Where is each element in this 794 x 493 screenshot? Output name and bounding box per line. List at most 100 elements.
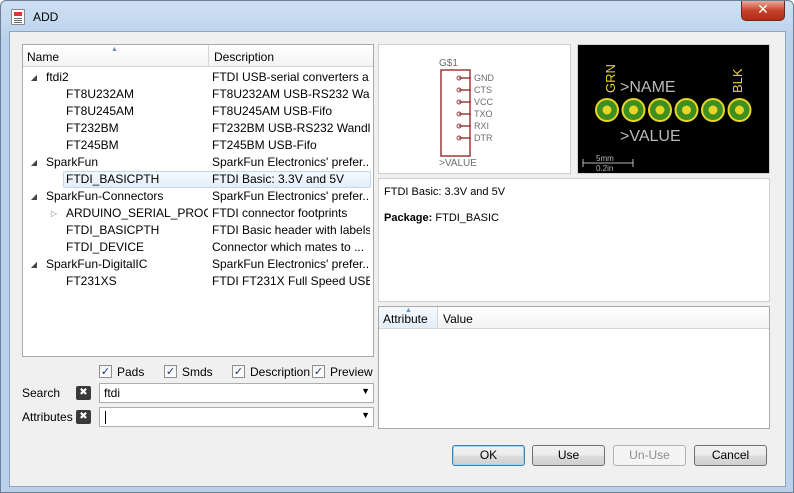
package-pad-drill xyxy=(708,105,718,115)
symbol-pin-label: DTR xyxy=(474,133,493,143)
preview-checkbox[interactable]: ✓ xyxy=(312,365,325,379)
tree-row-name: SparkFun-DigitalIC xyxy=(46,257,148,271)
symbol-pin-label: CTS xyxy=(474,85,492,95)
sort-up-icon: ▲ xyxy=(111,46,118,53)
search-value[interactable]: ftdi xyxy=(104,384,120,402)
description-label: Description xyxy=(250,365,311,379)
tree-row-description: SparkFun Electronics' prefer... xyxy=(212,155,370,169)
symbol-pin-label: TXO xyxy=(474,109,493,119)
tree-row[interactable]: ◢ SparkFun-DigitalIC SparkFun Electronics'… xyxy=(23,256,373,273)
description-option[interactable]: ✓ Description xyxy=(232,365,310,379)
scale-in-label: 0.2in xyxy=(596,164,613,173)
symbol-preview: G$1 GND CTS VCC TXO RXI DTR >VALUE xyxy=(378,44,571,174)
description-text: FTDI Basic: 3.3V and 5V xyxy=(384,186,506,198)
search-label: Search xyxy=(22,386,61,400)
tree-row-name: FT8U245AM xyxy=(66,104,135,118)
smds-option[interactable]: ✓ Smds xyxy=(164,365,213,379)
title-bar[interactable]: ADD ✕ xyxy=(1,1,793,33)
tree-row[interactable]: FTDI_DEVICE Connector which mates to ... xyxy=(23,239,373,256)
column-header-name[interactable]: ▲ Name xyxy=(23,45,209,67)
tree-row-name: FTDI_BASICPTH xyxy=(66,223,160,237)
tree-row[interactable]: ◢ SparkFun SparkFun Electronics' prefer... xyxy=(23,154,373,171)
preview-option[interactable]: ✓ Preview xyxy=(312,365,373,379)
tree-row-name: SparkFun xyxy=(46,155,99,169)
package-pad-drill xyxy=(735,105,744,115)
expand-open-icon[interactable]: ◢ xyxy=(29,256,39,273)
tree-row[interactable]: FT231XS FTDI FT231X Full Speed USB... xyxy=(23,273,373,290)
clear-search-icon[interactable]: ✖ xyxy=(76,386,91,400)
cancel-button[interactable]: Cancel xyxy=(694,445,767,466)
search-combobox[interactable]: ftdi ▼ xyxy=(99,383,374,403)
package-left-label: GRN xyxy=(603,64,618,93)
tree-rows: ◢ ftdi2 FTDI USB-serial converters a... FT8… xyxy=(23,69,373,290)
tree-row-description: FT8U245AM USB-Fifo xyxy=(212,104,333,118)
attributes-label: Attributes xyxy=(22,410,73,424)
tree-row[interactable]: FTDI_BASICPTH FTDI Basic header with labe… xyxy=(23,222,373,239)
attribute-table-header: ▲ Attribute Value xyxy=(379,307,769,329)
expand-closed-icon[interactable]: ▷ xyxy=(49,205,59,222)
package-name-label: >NAME xyxy=(620,79,676,96)
column-header-description[interactable]: Description xyxy=(210,45,373,67)
package-pad-drill xyxy=(602,105,612,115)
tree-row[interactable]: FT232BM FT232BM USB-RS232 Wandler xyxy=(23,120,373,137)
symbol-value-label: >VALUE xyxy=(439,158,477,169)
symbol-pin-label: VCC xyxy=(474,97,494,107)
pads-option[interactable]: ✓ Pads xyxy=(99,365,144,379)
dropdown-arrow-icon[interactable]: ▼ xyxy=(361,386,370,396)
package-value: FTDI_BASIC xyxy=(435,212,499,224)
tree-row[interactable]: FT8U245AM FT8U245AM USB-Fifo xyxy=(23,103,373,120)
tree-row-description: FTDI USB-serial converters a... xyxy=(212,70,370,84)
attributes-combobox[interactable]: ▼ xyxy=(99,407,374,427)
tree-row-name: FT245BM xyxy=(66,138,119,152)
tree-row-description: Connector which mates to ... xyxy=(212,240,365,254)
tree-row-name: FT231XS xyxy=(66,274,117,288)
package-line: Package: FTDI_BASIC xyxy=(384,212,764,224)
add-dialog: ADD ✕ ▲ Name Description ◢ ftdi2 FTDI USB-… xyxy=(0,0,794,493)
unuse-button[interactable]: Un-Use xyxy=(613,445,686,466)
tree-row[interactable]: FT8U232AM FT8U232AM USB-RS232 Wa... xyxy=(23,86,373,103)
expand-open-icon[interactable]: ◢ xyxy=(29,154,39,171)
symbol-body xyxy=(440,69,471,157)
tree-row[interactable]: ◢ ftdi2 FTDI USB-serial converters a... xyxy=(23,69,373,86)
expand-open-icon[interactable]: ◢ xyxy=(29,188,39,205)
smds-label: Smds xyxy=(182,365,213,379)
column-header-value[interactable]: Value xyxy=(439,307,473,328)
tree-row-description: FTDI Basic header with labels xyxy=(212,223,370,237)
tree-row[interactable]: ◢ SparkFun-Connectors SparkFun Electronics… xyxy=(23,188,373,205)
clear-attributes-icon[interactable]: ✖ xyxy=(76,410,91,424)
description-checkbox[interactable]: ✓ xyxy=(232,365,245,379)
scale-mm-label: 5mm xyxy=(596,154,614,163)
tree-row-description: FT232BM USB-RS232 Wandler xyxy=(212,121,370,135)
tree-row-name: ARDUINO_SERIAL_PROG... xyxy=(66,206,208,220)
dropdown-arrow-icon[interactable]: ▼ xyxy=(361,410,370,420)
tree-row[interactable]: FTDI_BASICPTH FTDI Basic: 3.3V and 5V xyxy=(23,171,373,188)
description-panel: FTDI Basic: 3.3V and 5V Package: FTDI_BA… xyxy=(378,178,770,302)
ok-button[interactable]: OK xyxy=(452,445,525,466)
package-pad-drill xyxy=(682,105,691,115)
pads-checkbox[interactable]: ✓ xyxy=(99,365,112,379)
tree-row-name: FTDI_DEVICE xyxy=(66,240,145,254)
close-button[interactable]: ✕ xyxy=(741,1,785,21)
package-right-label: BLK xyxy=(730,68,745,93)
tree-row-description: FTDI connector footprints xyxy=(212,206,348,220)
package-pad-drill xyxy=(655,105,665,115)
dialog-content: ▲ Name Description ◢ ftdi2 FTDI USB-serial… xyxy=(9,31,786,487)
use-button[interactable]: Use xyxy=(532,445,605,466)
library-tree[interactable]: ▲ Name Description ◢ ftdi2 FTDI USB-serial… xyxy=(22,44,374,357)
tree-row-description: FT245BM USB-Fifo xyxy=(212,138,317,152)
tree-row-description: SparkFun Electronics' prefer... xyxy=(212,257,370,271)
package-preview: GRN BLK >NAME >VALUE 5mm 0.2in xyxy=(577,44,770,174)
package-value-label: >VALUE xyxy=(620,128,681,145)
column-header-attribute[interactable]: ▲ Attribute xyxy=(379,307,438,328)
preview-label: Preview xyxy=(330,365,373,379)
attribute-table[interactable]: ▲ Attribute Value xyxy=(378,306,770,429)
symbol-gate-name: G$1 xyxy=(439,58,458,69)
tree-row[interactable]: FT245BM FT245BM USB-Fifo xyxy=(23,137,373,154)
tree-header: ▲ Name Description xyxy=(23,45,373,67)
smds-checkbox[interactable]: ✓ xyxy=(164,365,177,379)
expand-open-icon[interactable]: ◢ xyxy=(29,69,39,86)
tree-row[interactable]: ▷ ARDUINO_SERIAL_PROG... FTDI connector fo… xyxy=(23,205,373,222)
symbol-pin-label: RXI xyxy=(474,121,489,131)
text-caret xyxy=(105,411,106,424)
tree-row-description: FTDI FT231X Full Speed USB... xyxy=(212,274,370,288)
